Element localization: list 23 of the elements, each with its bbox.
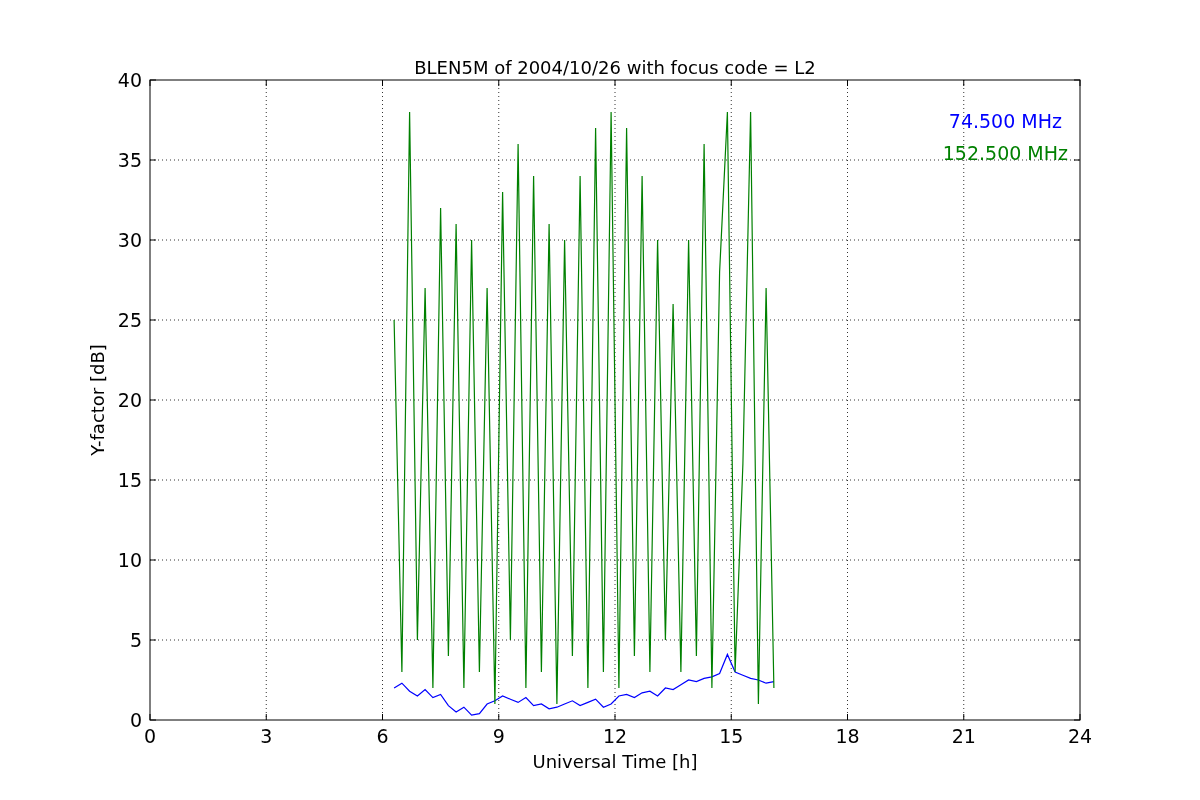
x-tick-label: 12 (602, 725, 628, 747)
x-tick-label: 9 (492, 725, 505, 747)
x-tick-label: 0 (143, 725, 157, 747)
y-tick-label: 35 (117, 149, 142, 171)
y-tick-label: 40 (117, 69, 142, 91)
y-tick-label: 0 (129, 709, 142, 731)
y-tick-label: 15 (117, 469, 142, 491)
x-axis-label: Universal Time [h] (532, 751, 698, 772)
x-tick-label: 3 (260, 725, 273, 747)
y-tick-label: 30 (117, 229, 142, 251)
chart-title: BLEN5M of 2004/10/26 with focus code = L2 (414, 57, 816, 78)
x-tick-label: 24 (1067, 725, 1093, 747)
y-axis-label: Y-factor [dB] (87, 344, 108, 456)
y-tick-label: 5 (129, 629, 142, 651)
x-tick-label: 15 (719, 725, 744, 747)
x-tick-label: 21 (951, 725, 976, 747)
legend-label: 152.500 MHz (942, 142, 1068, 164)
legend-label: 74.500 MHz (948, 110, 1062, 132)
y-tick-label: 25 (117, 309, 142, 331)
x-tick-label: 6 (376, 725, 389, 747)
x-tick-label: 18 (835, 725, 860, 747)
y-tick-label: 20 (117, 389, 142, 411)
y-tick-label: 10 (117, 549, 142, 571)
